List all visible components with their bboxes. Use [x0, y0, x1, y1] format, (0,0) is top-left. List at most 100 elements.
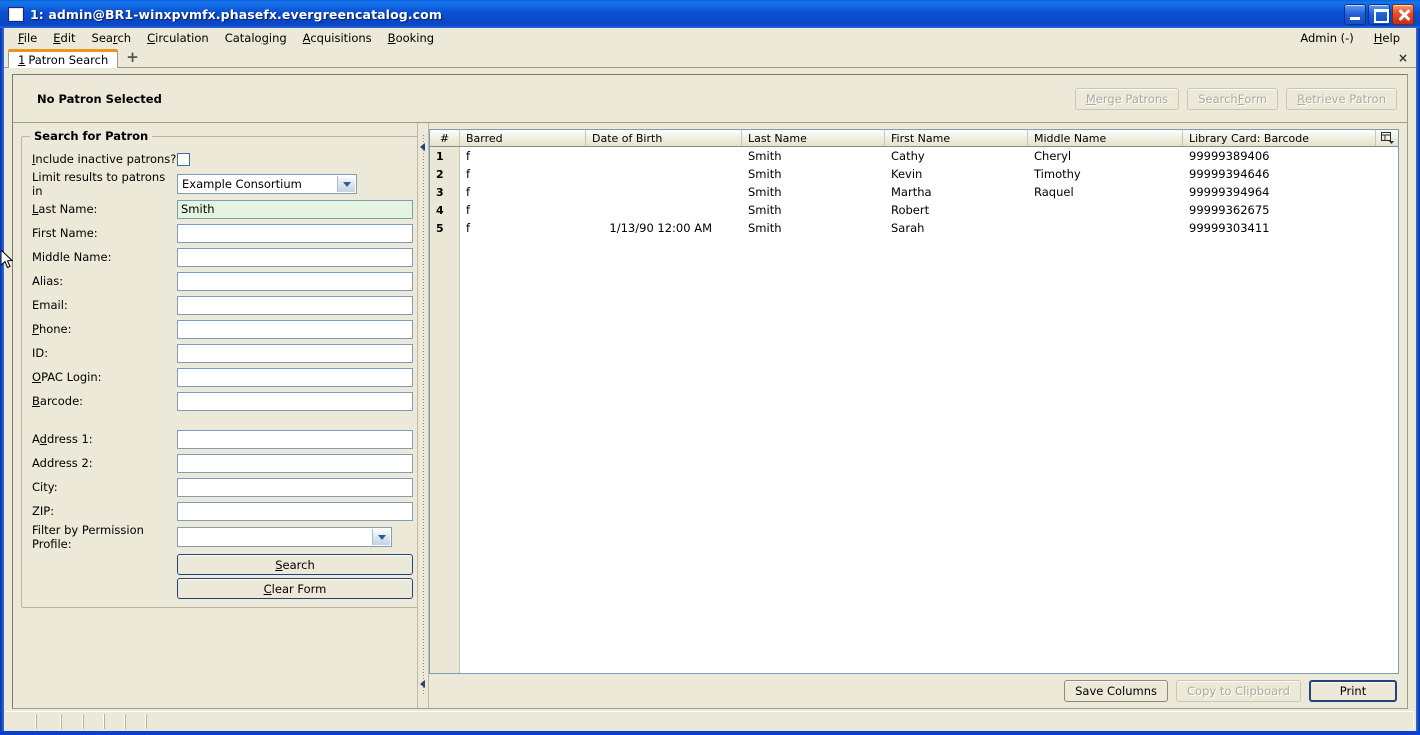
city-label: City: [32, 480, 58, 494]
table-row[interactable]: 4 f Smith Robert 99999362675 [430, 201, 1398, 219]
cell-barred: f [466, 167, 471, 181]
permission-profile-combobox[interactable] [177, 527, 392, 547]
status-segment [83, 714, 104, 729]
menu-cataloging[interactable]: Cataloging [217, 29, 295, 47]
column-picker-icon[interactable] [1376, 130, 1398, 146]
patron-status-label: No Patron Selected [37, 91, 162, 106]
search-button[interactable]: Search [177, 554, 413, 575]
column-header-middle-name[interactable]: Middle Name [1028, 130, 1183, 146]
city-row: City: [32, 475, 413, 499]
menu-help[interactable]: Help [1364, 29, 1410, 47]
cell-barcode: 99999394646 [1189, 167, 1270, 181]
field-group-divider [32, 413, 413, 427]
column-header-dob[interactable]: Date of Birth [586, 130, 742, 146]
last-name-input[interactable] [177, 199, 413, 219]
table-row[interactable]: 1 f Smith Cathy Cheryl 99999389406 [430, 147, 1398, 165]
splitter-collapse-down-icon[interactable] [420, 680, 425, 688]
grid-header-row: # Barred Date of Birth Last Name First N… [430, 130, 1398, 147]
table-row[interactable]: 3 f Smith Martha Raquel 99999394964 [430, 183, 1398, 201]
tab-patron-search[interactable]: 1 Patron Search [8, 49, 119, 68]
copy-to-clipboard-button[interactable]: Copy to Clipboard [1176, 680, 1301, 702]
save-columns-button[interactable]: Save Columns [1064, 680, 1169, 702]
search-for-patron-group: Search for Patron Include inactive patro… [21, 129, 424, 608]
address2-label: Address 2: [32, 456, 93, 470]
limit-results-label: Limit results to patrons in [32, 170, 166, 198]
city-input[interactable] [177, 477, 413, 497]
zip-input[interactable] [177, 501, 413, 521]
cell-first: Cathy [891, 149, 925, 163]
retrieve-patron-button[interactable]: Retrieve Patron [1286, 87, 1397, 110]
chevron-down-icon [372, 529, 390, 545]
grid-rows: 1 f Smith Cathy Cheryl 99999389406 2 f Smith Kevi… [430, 147, 1398, 237]
tab-strip: 1 Patron Search + × [4, 48, 1416, 68]
address2-input[interactable] [177, 453, 413, 473]
cell-first: Kevin [891, 167, 923, 181]
table-row[interactable]: 5 f 1/13/90 12:00 AM Smith Sarah 99999303411 [430, 219, 1398, 237]
splitter-grip [423, 135, 424, 696]
table-row[interactable]: 2 f Smith Kevin Timothy 99999394646 [430, 165, 1398, 183]
phone-row: Phone: [32, 317, 413, 341]
maximize-button[interactable] [1368, 3, 1390, 25]
first-name-input[interactable] [177, 223, 413, 243]
alias-row: Alias: [32, 269, 413, 293]
barcode-input[interactable] [177, 391, 413, 411]
include-inactive-label: Include inactive patrons? [32, 152, 177, 166]
address1-row: Address 1: [32, 427, 413, 451]
tab-number: 1 [18, 53, 26, 67]
id-row: ID: [32, 341, 413, 365]
cell-first: Martha [891, 185, 932, 199]
cell-num: 3 [436, 185, 444, 199]
menu-acquisitions[interactable]: Acquisitions [295, 29, 380, 47]
limit-results-combobox[interactable]: Example Consortium [177, 174, 357, 194]
close-tab-icon[interactable]: × [1398, 52, 1408, 64]
minimize-button[interactable] [1344, 3, 1366, 25]
menu-file[interactable]: File [10, 29, 45, 47]
middle-name-label: Middle Name: [32, 250, 112, 264]
menu-booking[interactable]: Booking [380, 29, 442, 47]
column-header-barred[interactable]: Barred [460, 130, 586, 146]
splitter-collapse-up-icon[interactable] [420, 143, 425, 151]
patron-header-buttons: Merge Patrons Search Form Retrieve Patro… [1074, 87, 1397, 110]
email-row: Email: [32, 293, 413, 317]
include-inactive-row: Include inactive patrons? [32, 147, 413, 171]
alias-input[interactable] [177, 271, 413, 291]
cell-barcode: 99999362675 [1189, 203, 1270, 217]
phone-label: Phone: [32, 322, 72, 336]
status-segment [6, 714, 36, 729]
cell-middle: Cheryl [1034, 149, 1072, 163]
cell-num: 5 [436, 221, 444, 235]
close-button[interactable] [1392, 3, 1414, 25]
email-input[interactable] [177, 295, 413, 315]
menu-edit[interactable]: Edit [45, 29, 83, 47]
first-name-row: First Name: [32, 221, 413, 245]
clear-form-button[interactable]: Clear Form [177, 578, 413, 599]
cell-barcode: 99999303411 [1189, 221, 1270, 235]
status-segment [104, 714, 125, 729]
pane-splitter[interactable] [417, 123, 429, 708]
window-controls [1344, 3, 1417, 25]
search-form-button[interactable]: Search Form [1187, 87, 1279, 110]
print-button[interactable]: Print [1309, 680, 1397, 702]
address1-input[interactable] [177, 429, 413, 449]
column-header-last-name[interactable]: Last Name [742, 130, 885, 146]
menu-admin[interactable]: Admin (-) [1290, 29, 1363, 47]
cell-last: Smith [748, 185, 782, 199]
title-bar[interactable]: 1: admin@BR1-winxpvmfx.phasefx.evergreen… [0, 0, 1420, 28]
menu-circulation[interactable]: Circulation [139, 29, 217, 47]
cell-barcode: 99999389406 [1189, 149, 1270, 163]
new-tab-button[interactable]: + [126, 50, 139, 65]
merge-patrons-button[interactable]: Merge Patrons [1074, 87, 1180, 110]
phone-input[interactable] [177, 319, 413, 339]
column-header-barcode[interactable]: Library Card: Barcode [1183, 130, 1376, 146]
menu-search[interactable]: Search [84, 29, 140, 47]
grid-body[interactable]: 1 f Smith Cathy Cheryl 99999389406 2 f Smith Kevi… [430, 147, 1398, 673]
column-header-num[interactable]: # [430, 130, 460, 146]
include-inactive-checkbox[interactable] [177, 152, 190, 166]
column-header-first-name[interactable]: First Name [885, 130, 1028, 146]
middle-name-input[interactable] [177, 247, 413, 267]
opac-login-input[interactable] [177, 367, 413, 387]
patron-header-bar: No Patron Selected Merge Patrons Search … [13, 75, 1407, 123]
email-label: Email: [32, 298, 68, 312]
grid-footer-buttons: Save Columns Copy to Clipboard Print [429, 674, 1399, 708]
id-input[interactable] [177, 343, 413, 363]
